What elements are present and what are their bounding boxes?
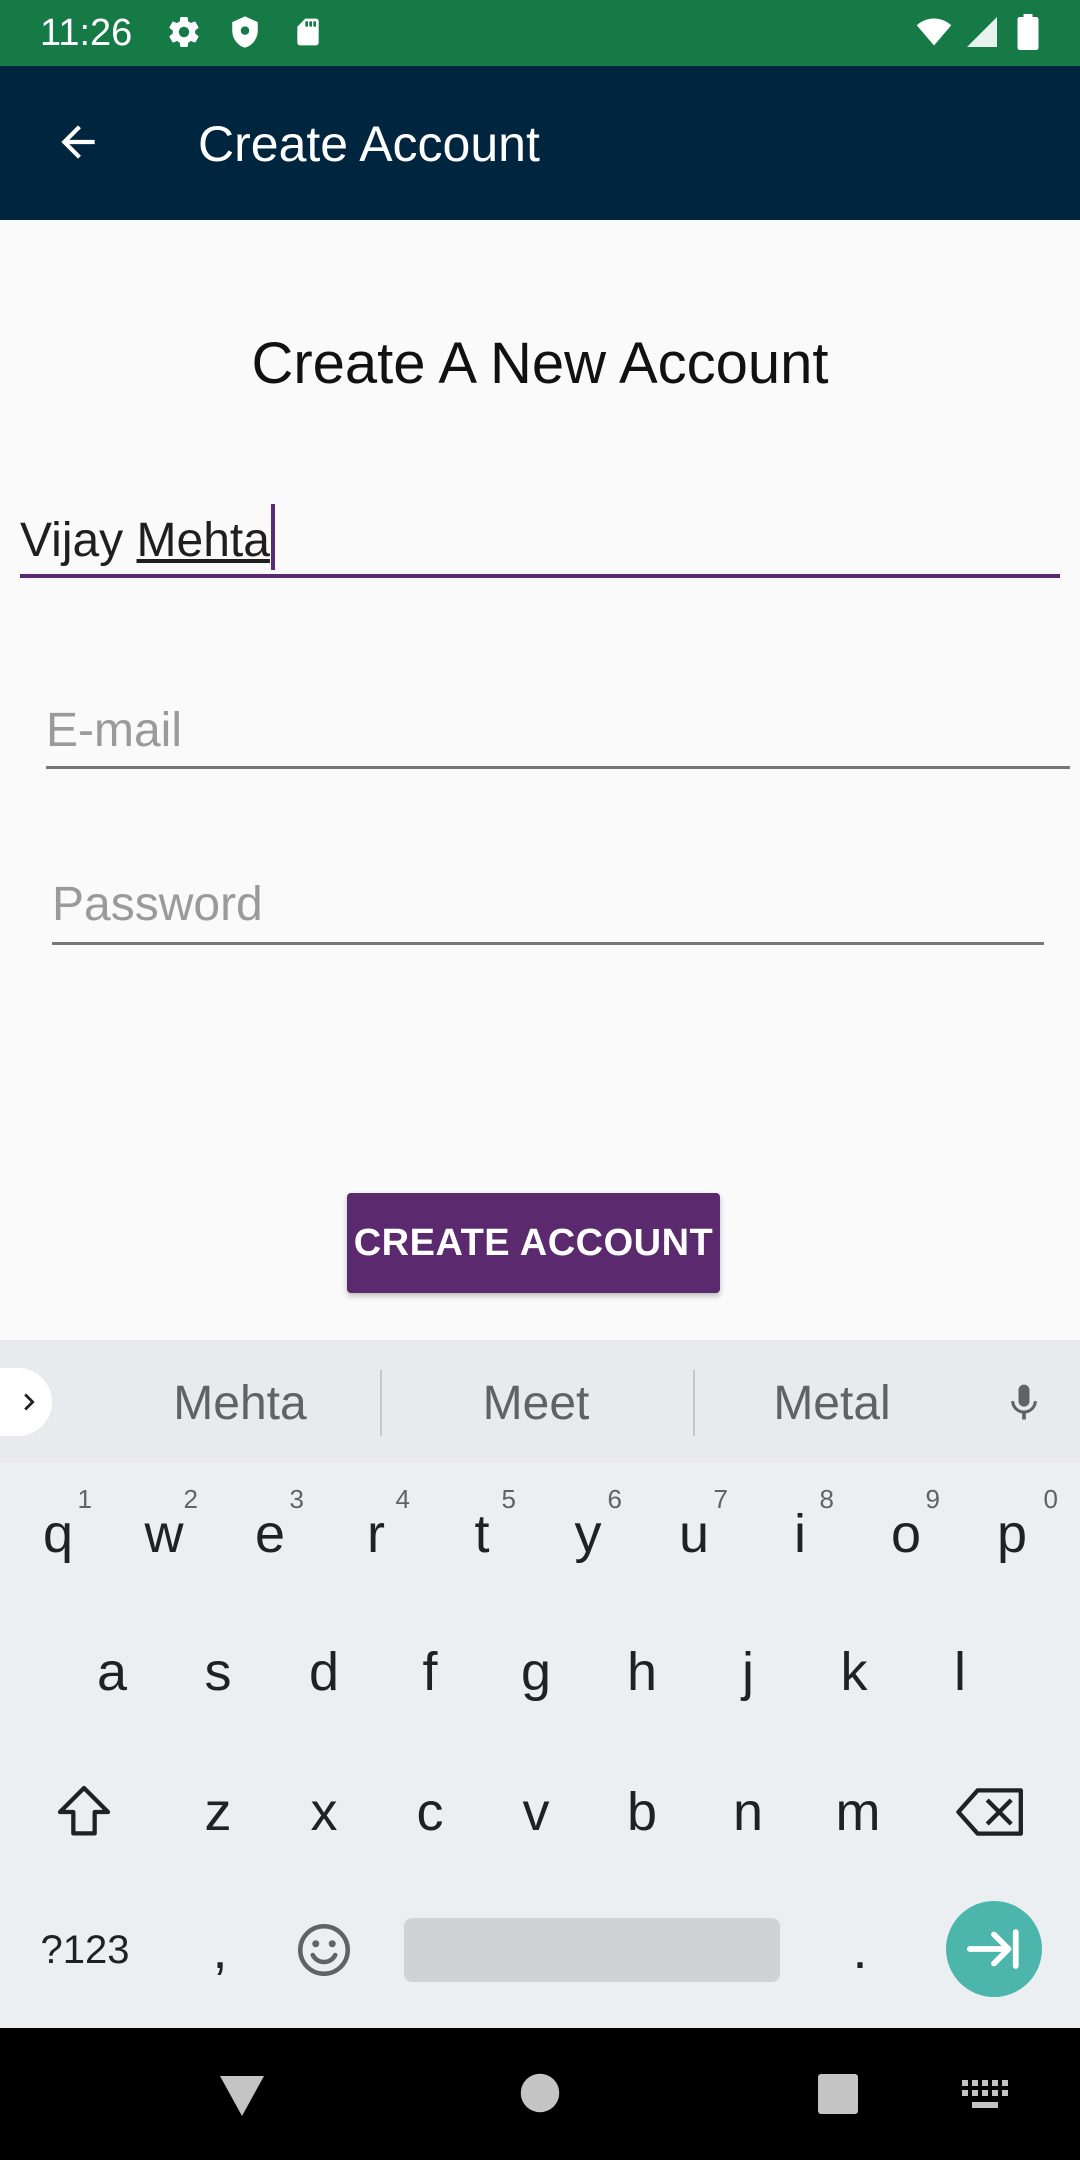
home-circle-icon[interactable] <box>519 2072 561 2114</box>
key-label: y <box>574 1504 602 1564</box>
key-hint: 7 <box>713 1484 728 1514</box>
key-label: u <box>678 1504 710 1564</box>
shield-icon <box>232 16 258 48</box>
battery-icon <box>1017 14 1039 50</box>
password-field[interactable] <box>52 872 1044 936</box>
gear-icon <box>169 16 199 48</box>
key-w[interactable]: w2 <box>114 1474 214 1594</box>
backspace-icon <box>956 1788 1023 1836</box>
shift-key[interactable] <box>34 1752 134 1872</box>
key-d[interactable]: d <box>274 1612 374 1732</box>
key-hint: 5 <box>501 1484 516 1514</box>
key-q[interactable]: q1 <box>8 1474 108 1594</box>
microphone-icon <box>1011 1384 1037 1420</box>
key-hint: 8 <box>819 1484 834 1514</box>
key-t[interactable]: t5 <box>432 1474 532 1594</box>
name-value: Vijay Mehta <box>20 504 275 573</box>
key-u[interactable]: u7 <box>644 1474 744 1594</box>
key-label: q <box>42 1504 74 1564</box>
create-account-button[interactable]: CREATE ACCOUNT <box>347 1193 720 1293</box>
key-j[interactable]: j <box>698 1612 798 1732</box>
key-hint: 4 <box>395 1484 410 1514</box>
key-k[interactable]: k <box>804 1612 904 1732</box>
email-field[interactable] <box>46 698 1070 762</box>
key-l[interactable]: l <box>910 1612 1010 1732</box>
key-z[interactable]: z <box>168 1752 268 1872</box>
key-n[interactable]: n <box>698 1752 798 1872</box>
key-x[interactable]: x <box>274 1752 374 1872</box>
key-c[interactable]: c <box>380 1752 480 1872</box>
page-heading: Create A New Account <box>251 331 829 396</box>
key-e[interactable]: e3 <box>220 1474 320 1594</box>
emoji-key[interactable] <box>274 1890 374 2010</box>
back-triangle-icon[interactable] <box>218 2072 266 2118</box>
key-v[interactable]: v <box>486 1752 586 1872</box>
back-button[interactable] <box>42 104 114 180</box>
chevron-right-icon <box>24 1393 35 1411</box>
key-i[interactable]: i8 <box>750 1474 850 1594</box>
key-label: i <box>794 1504 806 1564</box>
email-field-container <box>46 694 1070 769</box>
status-time: 11:26 <box>40 12 133 54</box>
key-label: e <box>254 1504 286 1564</box>
key-b[interactable]: b <box>592 1752 692 1872</box>
key-r[interactable]: r4 <box>326 1474 426 1594</box>
sd-card-icon <box>297 18 319 46</box>
password-field-container <box>52 868 1044 945</box>
keyboard-switch-icon[interactable] <box>962 2080 1008 2110</box>
next-action-key[interactable] <box>946 1901 1042 1997</box>
text-cursor <box>270 504 275 570</box>
key-label: w <box>144 1504 184 1564</box>
shift-arrow-icon <box>57 1785 111 1836</box>
symbols-key[interactable]: ?123 <box>20 1890 150 2010</box>
key-hint: 1 <box>77 1484 92 1514</box>
key-g[interactable]: g <box>486 1612 586 1732</box>
app-bar-title: Create Account <box>198 116 540 172</box>
suggestion-divider <box>380 1370 382 1436</box>
period-key[interactable]: . <box>810 1890 910 2010</box>
key-label: o <box>890 1504 922 1564</box>
key-s[interactable]: s <box>168 1612 268 1732</box>
key-f[interactable]: f <box>380 1612 480 1732</box>
wifi-icon <box>916 18 952 46</box>
key-label: r <box>367 1504 385 1564</box>
arrow-left-icon <box>61 125 95 159</box>
voice-input-button[interactable] <box>996 1370 1052 1436</box>
name-last-composing: Mehta <box>136 514 270 567</box>
key-m[interactable]: m <box>808 1752 908 1872</box>
key-hint: 0 <box>1043 1484 1058 1514</box>
key-h[interactable]: h <box>592 1612 692 1732</box>
key-hint: 6 <box>607 1484 622 1514</box>
key-o[interactable]: o9 <box>856 1474 956 1594</box>
name-first: Vijay <box>20 514 137 567</box>
smiley-icon <box>298 1924 350 1976</box>
key-label: p <box>996 1504 1028 1564</box>
backspace-key[interactable] <box>942 1752 1042 1872</box>
signal-icon <box>967 17 997 47</box>
suggestion-2[interactable]: Meet <box>386 1372 686 1436</box>
key-hint: 9 <box>925 1484 940 1514</box>
arrow-to-end-icon <box>966 1929 1019 1969</box>
app-bar <box>0 66 1080 220</box>
name-field[interactable]: Vijay Mehta <box>20 500 1060 578</box>
key-label: t <box>474 1504 490 1564</box>
key-y[interactable]: y6 <box>538 1474 638 1594</box>
key-a[interactable]: a <box>62 1612 162 1732</box>
key-hint: 3 <box>289 1484 304 1514</box>
comma-key[interactable]: , <box>170 1890 270 2010</box>
space-key[interactable] <box>404 1918 780 1982</box>
key-hint: 2 <box>183 1484 198 1514</box>
suggestion-3[interactable]: Metal <box>682 1372 982 1436</box>
key-p[interactable]: p0 <box>962 1474 1062 1594</box>
suggestion-1[interactable]: Mehta <box>90 1372 390 1436</box>
recents-square-icon[interactable] <box>818 2074 858 2114</box>
